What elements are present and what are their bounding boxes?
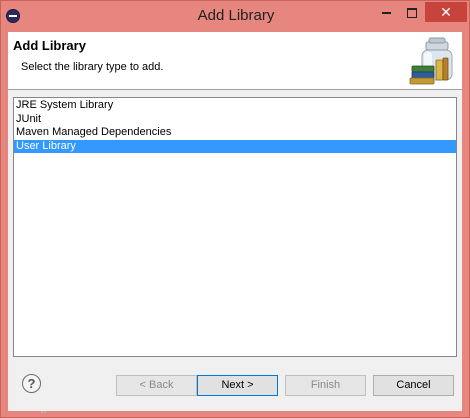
- back-button[interactable]: < Back: [116, 375, 197, 396]
- help-icon: ?: [27, 376, 36, 391]
- next-button[interactable]: Next >: [197, 375, 278, 396]
- maximize-button[interactable]: [399, 1, 425, 23]
- resize-grip[interactable]: [41, 411, 47, 414]
- header-panel: Add Library Select the library type to a…: [8, 32, 462, 90]
- page-title: Add Library: [13, 38, 86, 53]
- list-item-junit[interactable]: JUnit: [14, 113, 456, 127]
- minimize-button[interactable]: [373, 1, 399, 23]
- list-item-jre-system-library[interactable]: JRE System Library: [14, 99, 456, 113]
- finish-button[interactable]: Finish: [285, 375, 366, 396]
- list-item-user-library[interactable]: User Library: [14, 139, 456, 153]
- help-button[interactable]: ?: [22, 374, 41, 393]
- close-icon: ✕: [440, 4, 452, 20]
- library-type-list[interactable]: JRE System Library JUnit Maven Managed D…: [13, 97, 457, 357]
- title-bar[interactable]: Add Library ✕: [1, 1, 469, 32]
- dialog-body: Add Library Select the library type to a…: [8, 32, 462, 411]
- list-item-maven-managed-dependencies[interactable]: Maven Managed Dependencies: [14, 126, 456, 140]
- page-description: Select the library type to add.: [21, 61, 164, 73]
- add-library-window: Add Library ✕ Add Library Select the lib…: [0, 0, 470, 418]
- library-books-jar-icon: [409, 37, 453, 85]
- minimize-icon: [381, 12, 391, 15]
- maximize-icon: [407, 8, 417, 19]
- cancel-button[interactable]: Cancel: [373, 375, 454, 396]
- close-button[interactable]: ✕: [425, 2, 467, 22]
